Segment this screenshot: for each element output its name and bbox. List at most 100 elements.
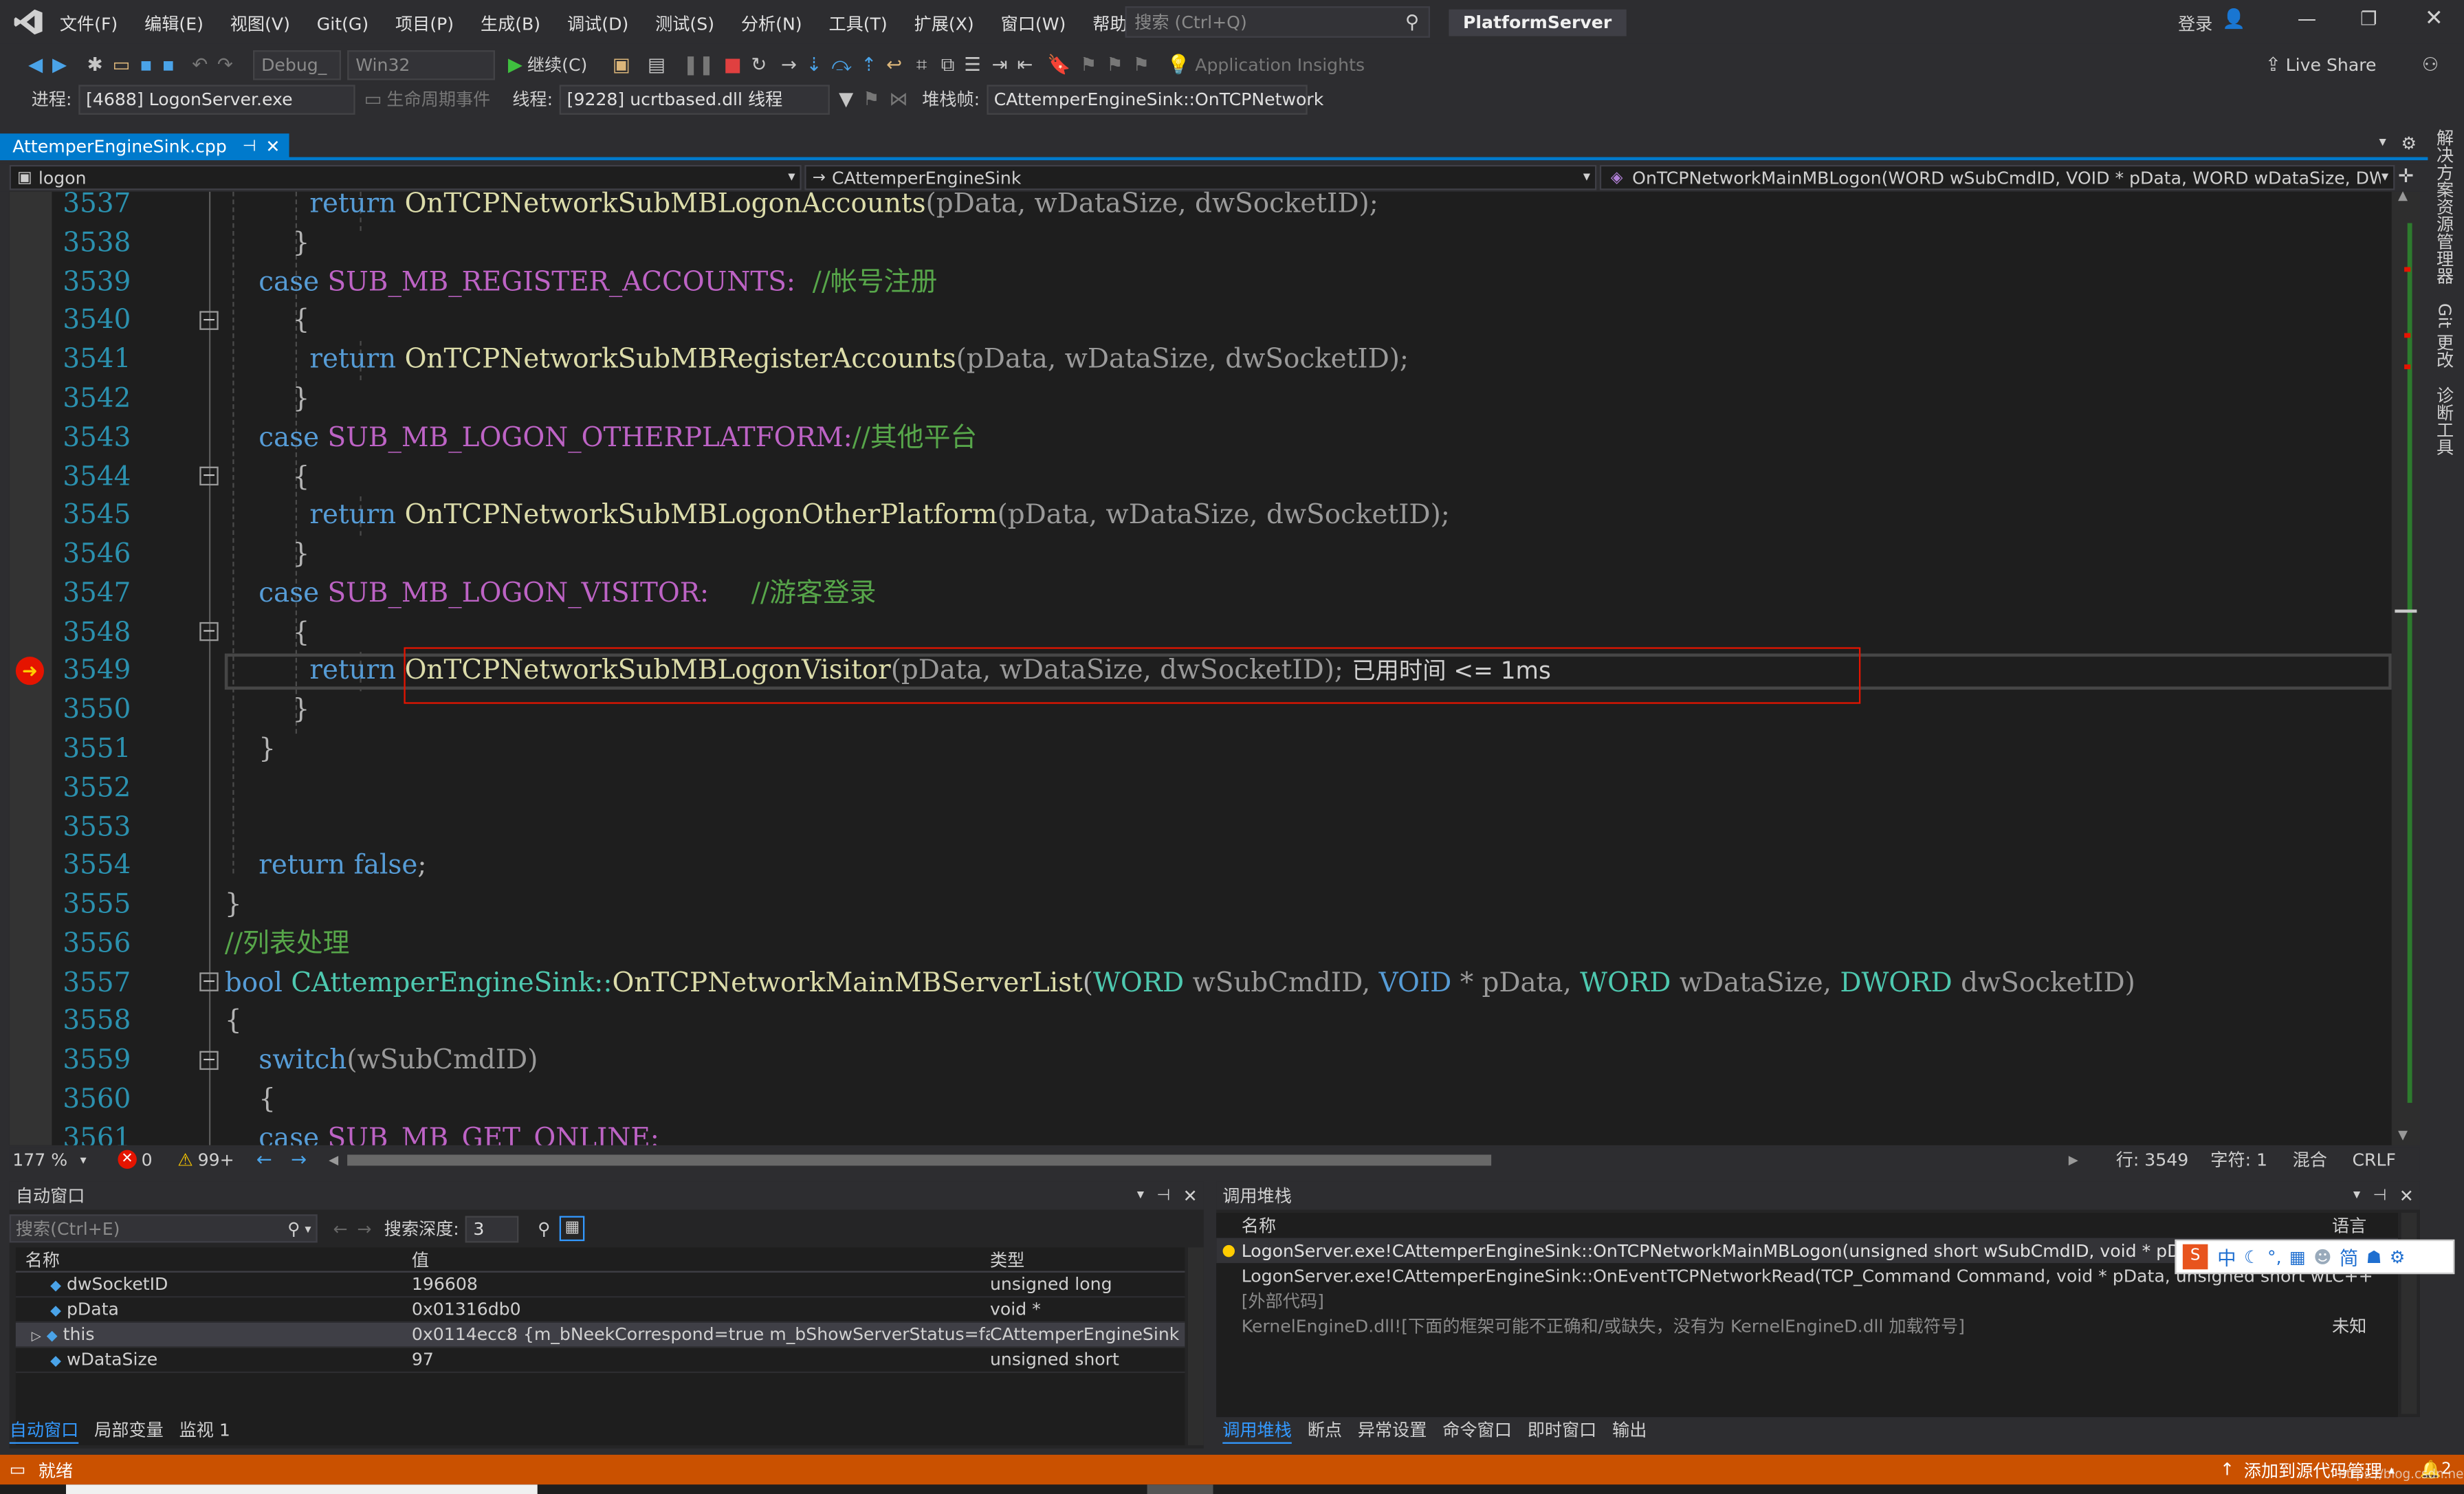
whitespace-indicator[interactable]: 混合 bbox=[2293, 1147, 2327, 1172]
ime-chinese-mode[interactable]: 中 bbox=[2217, 1244, 2236, 1271]
column-header-name[interactable]: 名称 bbox=[16, 1246, 412, 1272]
previous-issue-icon[interactable]: ← bbox=[256, 1148, 272, 1170]
ime-logo-icon[interactable]: S bbox=[2182, 1244, 2208, 1270]
project-dropdown[interactable]: ▣ logon ▾ bbox=[9, 164, 802, 190]
continue-button[interactable]: 继续(C) bbox=[527, 52, 587, 77]
expand-icon[interactable]: ▷ bbox=[32, 1329, 41, 1343]
column-header-language[interactable]: 语言 bbox=[2332, 1213, 2395, 1238]
editor-vertical-scrollbar[interactable]: ▲ ▼ bbox=[2391, 188, 2420, 1145]
tab-watch-1[interactable]: 监视 1 bbox=[179, 1417, 230, 1442]
step-into-icon[interactable]: ⇣ bbox=[806, 54, 822, 76]
autos-search-input[interactable]: 搜索(Ctrl+E) bbox=[16, 1216, 287, 1242]
chevron-down-icon[interactable]: ▾ bbox=[80, 1152, 86, 1167]
window-menu-icon[interactable]: ▾ bbox=[1137, 1187, 1144, 1203]
restore-icon[interactable]: ❐ bbox=[2360, 8, 2377, 30]
menu-edit[interactable]: 编辑(E) bbox=[144, 11, 204, 36]
feedback-icon[interactable]: ⚇ bbox=[2422, 54, 2439, 76]
menu-debug[interactable]: 调试(D) bbox=[567, 11, 628, 36]
diagnostic-tools-tab[interactable]: 诊断工具 bbox=[2431, 387, 2456, 457]
warning-count[interactable]: 99+ bbox=[198, 1149, 234, 1169]
bookmark-prev-icon[interactable]: ⚑ bbox=[1080, 54, 1097, 76]
line-ending-indicator[interactable]: CRLF bbox=[2352, 1149, 2395, 1169]
line-indicator[interactable]: 行: 3549 bbox=[2116, 1147, 2189, 1172]
undo-icon[interactable]: ↶ bbox=[192, 54, 208, 76]
menu-build[interactable]: 生成(B) bbox=[481, 11, 540, 36]
search-forward-icon[interactable]: → bbox=[357, 1218, 371, 1239]
tab-exception-settings[interactable]: 异常设置 bbox=[1358, 1417, 1427, 1442]
menu-analyze[interactable]: 分析(N) bbox=[741, 11, 802, 36]
thread-dropdown[interactable]: [9228] ucrtbased.dll 线程 bbox=[559, 84, 830, 114]
close-panel-icon[interactable]: ✕ bbox=[2399, 1185, 2414, 1206]
scroll-left-icon[interactable]: ◀ bbox=[329, 1152, 338, 1167]
chevron-down-icon[interactable]: ▾ bbox=[305, 1222, 311, 1236]
table-row[interactable]: ◆ dwSocketID 196608 unsigned long bbox=[15, 1273, 1185, 1298]
hex-display-icon[interactable]: ⌗ bbox=[916, 53, 927, 76]
open-file-icon[interactable]: ▭ bbox=[112, 54, 130, 76]
filter-icon[interactable]: ▼ bbox=[839, 88, 853, 110]
back-icon[interactable]: ◀ bbox=[28, 54, 43, 76]
pin-icon[interactable]: ⊣ bbox=[243, 138, 256, 155]
scroll-down-icon[interactable]: ▼ bbox=[2398, 1128, 2408, 1143]
menu-file[interactable]: 文件(F) bbox=[60, 11, 118, 36]
close-tab-icon[interactable]: ✕ bbox=[265, 136, 280, 157]
tab-command-window[interactable]: 命令窗口 bbox=[1442, 1417, 1512, 1442]
collapse-icon[interactable]: − bbox=[199, 972, 219, 991]
collapse-icon[interactable]: − bbox=[199, 1051, 219, 1070]
variable-value[interactable]: 0x0114ecc8 {m_bNeekCorrespond=true m_bSh… bbox=[412, 1324, 990, 1345]
group-threads-icon[interactable]: ⋈ bbox=[889, 88, 908, 110]
column-header-value[interactable]: 值 bbox=[412, 1246, 990, 1272]
restart-icon[interactable]: ↻ bbox=[751, 54, 767, 76]
autos-scrollbar[interactable] bbox=[1187, 1247, 1204, 1446]
tab-locals[interactable]: 局部变量 bbox=[94, 1417, 164, 1442]
minimize-icon[interactable]: — bbox=[2298, 8, 2316, 30]
upload-icon[interactable]: ↑ bbox=[2220, 1460, 2234, 1480]
autos-search-box[interactable]: 搜索(Ctrl+E) ⚲ ▾ bbox=[9, 1214, 318, 1243]
close-panel-icon[interactable]: ✕ bbox=[1183, 1185, 1198, 1206]
bookmark-next-icon[interactable]: ⚑ bbox=[1106, 54, 1123, 76]
elapsed-time-perftip[interactable]: 已用时间 <= 1ms bbox=[1352, 657, 1550, 685]
indent-icon[interactable]: ⇥ bbox=[992, 54, 1008, 76]
search-input[interactable]: 搜索 (Ctrl+Q) bbox=[1134, 10, 1405, 35]
ime-moon-icon[interactable]: ☾ bbox=[2244, 1246, 2260, 1267]
platform-dropdown[interactable]: Win32 bbox=[347, 49, 496, 80]
bookmark-icon[interactable]: 🔖 bbox=[1047, 54, 1070, 76]
step-over-icon[interactable]: ⤼ bbox=[831, 53, 851, 76]
column-header-type[interactable]: 类型 bbox=[990, 1246, 1185, 1272]
table-row[interactable]: ▷ ◆ this 0x0114ecc8 {m_bNeekCorrespond=t… bbox=[15, 1322, 1185, 1348]
search-back-icon[interactable]: ← bbox=[333, 1218, 348, 1239]
menu-git[interactable]: Git(G) bbox=[317, 13, 368, 34]
call-stack-row[interactable]: KernelEngineD.dll![下面的框架可能不正确和/或缺失，没有为 K… bbox=[1216, 1313, 2398, 1339]
folder-icon[interactable]: ▣ bbox=[613, 54, 630, 76]
search-depth-dropdown[interactable]: 3 bbox=[465, 1215, 519, 1242]
save-icon[interactable]: ▪ bbox=[140, 54, 153, 76]
menu-extensions[interactable]: 扩展(X) bbox=[914, 11, 974, 36]
configuration-dropdown[interactable]: Debug_ bbox=[253, 49, 342, 80]
ime-simplified-mode[interactable]: 简 bbox=[2340, 1244, 2358, 1271]
menu-window[interactable]: 窗口(W) bbox=[1001, 11, 1066, 36]
screenshot-icon[interactable]: ▤ bbox=[648, 54, 666, 76]
ime-user-icon[interactable]: ☻ bbox=[2313, 1246, 2331, 1267]
tab-output[interactable]: 输出 bbox=[1612, 1417, 1647, 1442]
collapse-icon[interactable]: − bbox=[199, 622, 219, 641]
zoom-level[interactable]: 177 % bbox=[12, 1149, 67, 1169]
step-back-icon[interactable]: ↩ bbox=[886, 54, 902, 76]
pin-icon[interactable]: ⊣ bbox=[1156, 1187, 1170, 1204]
menu-view[interactable]: 视图(V) bbox=[230, 11, 290, 36]
git-changes-tab[interactable]: Git 更改 bbox=[2431, 303, 2456, 369]
comment-icon[interactable]: ☰ bbox=[964, 54, 981, 76]
hex-view-icon[interactable]: ▦ bbox=[560, 1216, 585, 1242]
scroll-right-icon[interactable]: ▶ bbox=[2069, 1152, 2078, 1167]
ime-keyboard-icon[interactable]: ▦ bbox=[2289, 1246, 2306, 1267]
ime-skin-icon[interactable]: ☗ bbox=[2366, 1246, 2382, 1267]
ime-punct-icon[interactable]: °, bbox=[2267, 1246, 2282, 1267]
variable-value[interactable]: 196608 bbox=[412, 1274, 990, 1295]
tab-list-icon[interactable]: ▾ bbox=[2379, 135, 2386, 151]
pin-icon[interactable]: ⊣ bbox=[2373, 1187, 2387, 1204]
flag-threads-icon[interactable]: ⚑ bbox=[863, 88, 880, 110]
settings-gear-icon[interactable]: ⚙ bbox=[2401, 133, 2417, 154]
tab-attemperenginesink-cpp[interactable]: AttemperEngineSink.cpp ⊣ ✕ bbox=[0, 133, 290, 159]
step-out-icon[interactable]: ⇡ bbox=[861, 54, 877, 76]
tab-immediate-window[interactable]: 即时窗口 bbox=[1528, 1417, 1597, 1442]
search-box[interactable]: 搜索 (Ctrl+Q) ⚲ bbox=[1125, 6, 1430, 38]
menu-project[interactable]: 项目(P) bbox=[395, 11, 454, 36]
